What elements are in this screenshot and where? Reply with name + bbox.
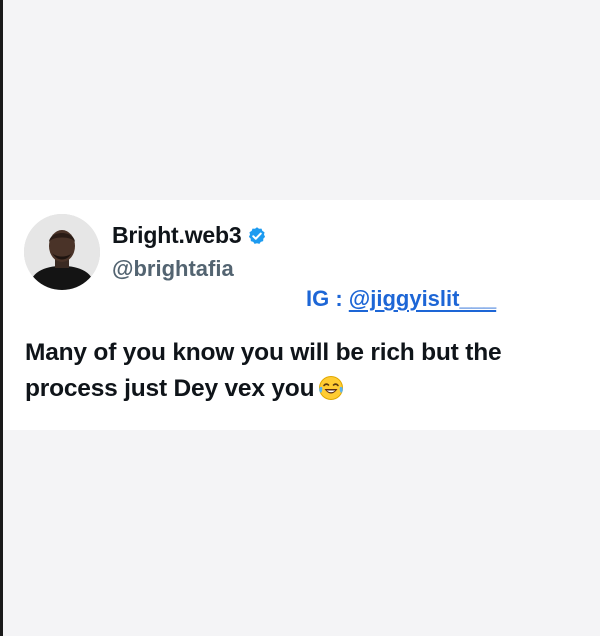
tweet-card[interactable]: Bright.web3 @brightafia IG : @jiggyislit… <box>3 200 600 430</box>
ig-handle-link[interactable]: @jiggyislit___ <box>349 286 496 311</box>
face-with-tears-of-joy-icon <box>318 375 344 401</box>
tweet-text: Many of you know you will be rich but th… <box>25 335 595 407</box>
name-row: Bright.web3 <box>112 222 267 249</box>
verified-badge-icon <box>247 226 267 246</box>
avatar[interactable] <box>24 214 100 290</box>
ig-label: IG : <box>306 286 349 311</box>
display-name[interactable]: Bright.web3 <box>112 222 242 249</box>
ig-watermark: IG : @jiggyislit___ <box>306 286 496 312</box>
screen: Bright.web3 @brightafia IG : @jiggyislit… <box>0 0 600 636</box>
tweet-body: Many of you know you will be rich but th… <box>25 339 502 402</box>
user-handle[interactable]: @brightafia <box>112 256 234 282</box>
avatar-image <box>24 214 100 290</box>
